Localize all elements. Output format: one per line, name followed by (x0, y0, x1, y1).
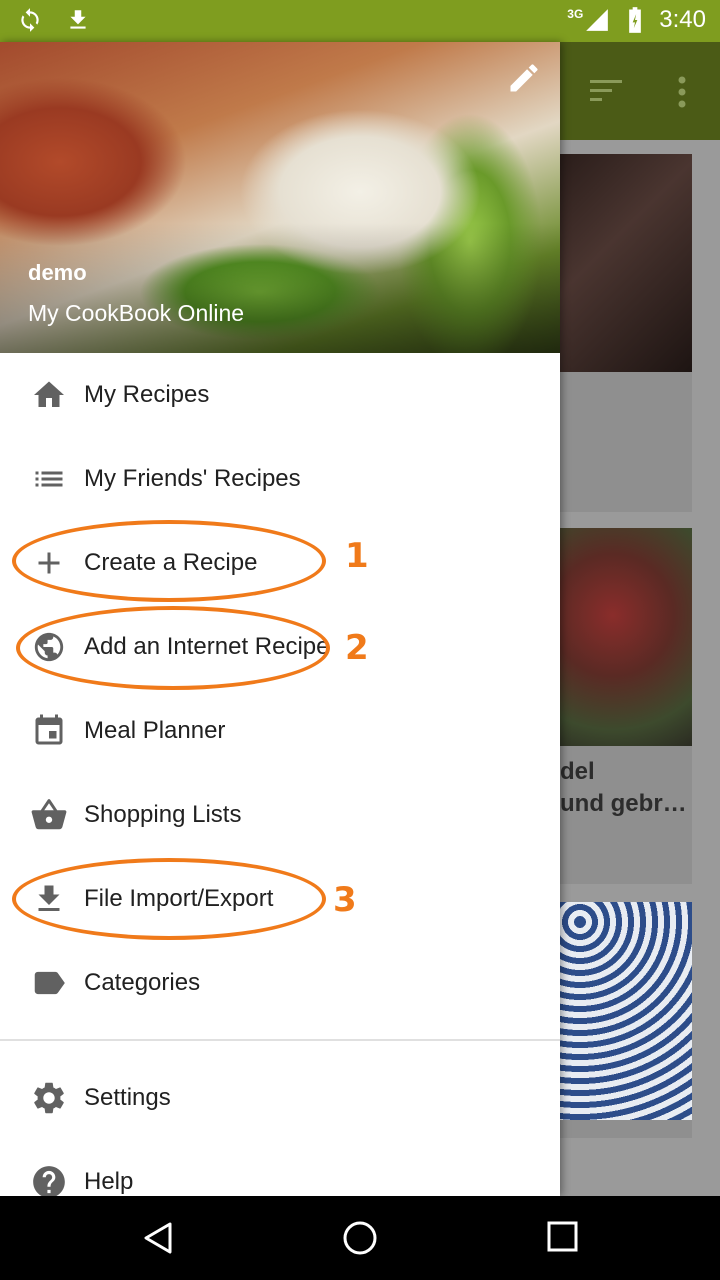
menu-item-help[interactable]: Help (0, 1140, 560, 1196)
menu-item-label: Categories (84, 969, 201, 996)
signal-icon (583, 6, 611, 34)
recents-icon[interactable] (546, 1220, 582, 1256)
help-icon (30, 1163, 68, 1196)
annotation-ellipse-2 (16, 606, 330, 690)
recipe-card[interactable] (560, 902, 692, 1138)
recipe-card[interactable] (560, 154, 692, 512)
menu-divider (0, 1039, 560, 1041)
menu-item-label: My Recipes (84, 381, 210, 408)
menu-item-label: My Friends' Recipes (84, 465, 301, 492)
menu-item-my-recipes[interactable]: My Recipes (0, 353, 560, 437)
menu-item-label: Meal Planner (84, 717, 226, 744)
menu-item-friends-recipes[interactable]: My Friends' Recipes (0, 437, 560, 521)
menu-item-label: Shopping Lists (84, 801, 242, 828)
status-bar: 3G 3:40 (0, 0, 720, 42)
annotation-ellipse-3 (12, 858, 326, 940)
overflow-menu-icon[interactable] (672, 74, 692, 110)
menu-item-label: Settings (84, 1084, 171, 1111)
annotation-number-3: 3 (333, 880, 357, 920)
recipe-title-line: del (560, 758, 595, 785)
calendar-icon (30, 712, 68, 750)
annotation-number-2: 2 (345, 628, 369, 668)
recipe-image (560, 528, 692, 746)
home-icon (30, 376, 68, 414)
label-icon (30, 964, 68, 1002)
download-icon (64, 6, 92, 34)
edit-icon[interactable] (506, 60, 542, 96)
sync-icon (16, 6, 44, 34)
drawer-header: demo My CookBook Online (0, 42, 560, 353)
menu-item-shopping-lists[interactable]: Shopping Lists (0, 773, 560, 857)
menu-item-meal-planner[interactable]: Meal Planner (0, 689, 560, 773)
annotation-number-1: 1 (345, 536, 369, 576)
recipe-image (560, 902, 692, 1120)
network-type: 3G (567, 7, 584, 21)
menu-item-categories[interactable]: Categories (0, 941, 560, 1025)
clock: 3:40 (659, 6, 706, 33)
account-subtitle: My CookBook Online (28, 300, 245, 326)
home-button-icon[interactable] (342, 1220, 378, 1256)
menu-item-settings[interactable]: Settings (0, 1056, 560, 1140)
basket-icon (30, 796, 68, 834)
gear-icon (30, 1079, 68, 1117)
list-icon (30, 460, 68, 498)
annotation-ellipse-1 (12, 520, 326, 602)
account-name: demo (28, 260, 87, 285)
recipe-image (560, 154, 692, 372)
system-navigation-bar (0, 1196, 720, 1280)
recipe-title-line: und gebr… (560, 790, 687, 817)
back-icon[interactable] (140, 1220, 176, 1256)
battery-icon (621, 6, 649, 34)
menu-item-label: Help (84, 1168, 134, 1195)
sort-icon[interactable] (588, 78, 624, 104)
recipe-card[interactable]: del und gebr… (560, 528, 692, 884)
